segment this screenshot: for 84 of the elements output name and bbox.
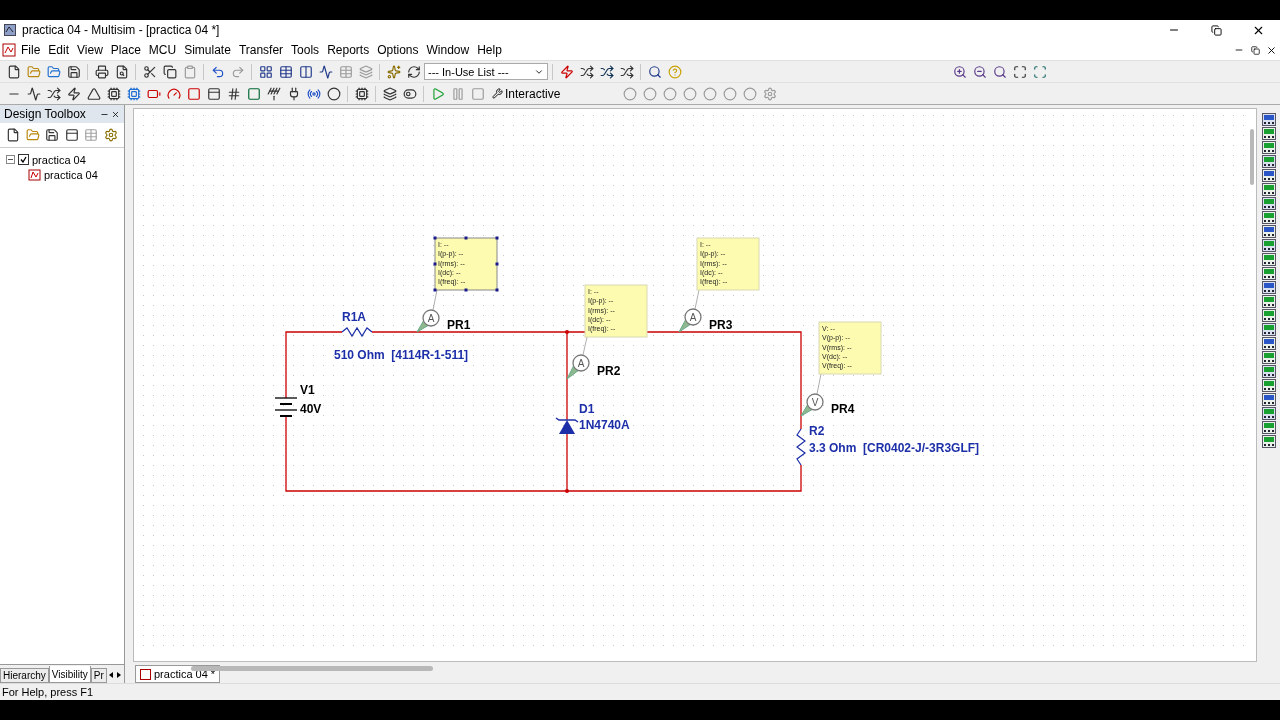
- tree-item[interactable]: practica 04: [32, 153, 86, 166]
- schematic-file-icon: [28, 168, 41, 181]
- instrument-icon[interactable]: [1262, 379, 1276, 392]
- menu-item[interactable]: Options: [374, 43, 422, 57]
- leader-line: [816, 373, 822, 395]
- menu-item[interactable]: Simulate: [181, 43, 234, 57]
- menu-item[interactable]: Reports: [324, 43, 373, 57]
- menu-item[interactable]: Tools: [288, 43, 323, 57]
- component-reference: R1A: [342, 310, 366, 324]
- probe-readout[interactable]: [433, 236, 499, 292]
- visibility-checkbox[interactable]: [18, 154, 29, 165]
- probe-symbol: A: [689, 312, 697, 323]
- schematic-file-icon: [140, 668, 151, 680]
- instrument-icon[interactable]: [1262, 127, 1276, 140]
- window-title: practica 04 - Multisim - [practica 04 *]: [22, 23, 221, 37]
- component-value: 40V: [300, 402, 322, 416]
- instrument-icon[interactable]: [1262, 113, 1276, 126]
- close-icon: [1265, 44, 1277, 56]
- instrument-icon[interactable]: [1262, 197, 1276, 210]
- resistor-symbol: [796, 428, 806, 466]
- component-reference: V1: [300, 383, 315, 397]
- battery-symbol: [274, 397, 298, 417]
- instrument-icon[interactable]: [1262, 225, 1276, 238]
- component-value: 1N4740A: [579, 418, 630, 432]
- panel-title: Design Toolbox: [4, 107, 86, 121]
- in-use-list-dropdown[interactable]: --- In-Use List ---: [424, 63, 548, 80]
- instrument-icon[interactable]: [1262, 169, 1276, 182]
- vertical-scrollbar[interactable]: [1250, 129, 1254, 185]
- leader-line: [582, 336, 588, 356]
- instrument-icon[interactable]: [1262, 239, 1276, 252]
- zener-diode-symbol: [555, 417, 579, 434]
- component-reference: R2: [809, 424, 825, 438]
- restore-icon: [1250, 45, 1260, 55]
- menu-item[interactable]: Help: [474, 43, 505, 57]
- probe-symbol: A: [427, 313, 435, 324]
- menu-item[interactable]: File: [18, 43, 44, 57]
- menu-item[interactable]: View: [74, 43, 106, 57]
- panel-tab[interactable]: Hierarchy: [0, 668, 49, 683]
- tree-item[interactable]: practica 04: [44, 168, 98, 181]
- instrument-icon[interactable]: [1262, 141, 1276, 154]
- app-icon: [4, 24, 16, 36]
- instrument-icon[interactable]: [1262, 351, 1276, 364]
- component-value: 3.3 Ohm [CR0402-J/-3R3GLF]: [809, 441, 980, 455]
- instrument-icon[interactable]: [1262, 323, 1276, 336]
- leader-line: [694, 289, 700, 310]
- junction-dot: [565, 330, 569, 334]
- instrument-icon[interactable]: [1262, 407, 1276, 420]
- instrument-icon[interactable]: [1262, 211, 1276, 224]
- status-text: For Help, press F1: [2, 686, 94, 698]
- instrument-icon[interactable]: [1262, 365, 1276, 378]
- instrument-icon[interactable]: [1262, 183, 1276, 196]
- probe-label: PR2: [597, 364, 621, 378]
- horizontal-scrollbar[interactable]: [191, 666, 433, 671]
- instrument-icon[interactable]: [1262, 281, 1276, 294]
- expand-toggle[interactable]: [6, 155, 15, 164]
- probe-label: PR4: [831, 402, 855, 416]
- component-value: 510 Ohm [4114R-1-511]: [334, 348, 469, 362]
- instrument-icon[interactable]: [1262, 393, 1276, 406]
- instrument-icon[interactable]: [1262, 309, 1276, 322]
- menu-item[interactable]: Edit: [45, 43, 73, 57]
- wrench-icon: [492, 88, 503, 99]
- interactive-button[interactable]: Interactive: [488, 84, 565, 103]
- junction-dot: [565, 489, 569, 493]
- close-icon[interactable]: [111, 109, 120, 119]
- instrument-icon[interactable]: [1262, 337, 1276, 350]
- instrument-icon[interactable]: [1262, 435, 1276, 448]
- probe-symbol: V: [811, 397, 819, 408]
- menu-item[interactable]: Transfer: [235, 43, 287, 57]
- resistor-symbol: [341, 326, 373, 338]
- instrument-icon[interactable]: [1262, 421, 1276, 434]
- probe-label: PR1: [447, 318, 471, 332]
- menu-item[interactable]: MCU: [145, 43, 180, 57]
- restore-icon: [1210, 24, 1222, 36]
- instrument-icon[interactable]: [1262, 253, 1276, 266]
- probe-label: PR3: [709, 318, 733, 332]
- component-reference: D1: [579, 402, 595, 416]
- instrument-icon[interactable]: [1262, 155, 1276, 168]
- instrument-icon[interactable]: [1262, 267, 1276, 280]
- instrument-icon[interactable]: [1262, 295, 1276, 308]
- menu-item[interactable]: Window: [423, 43, 473, 57]
- menu-item[interactable]: Place: [107, 43, 144, 57]
- probe-symbol: A: [577, 358, 585, 369]
- leader-line: [432, 289, 438, 311]
- panel-tab[interactable]: Visibility: [48, 666, 91, 683]
